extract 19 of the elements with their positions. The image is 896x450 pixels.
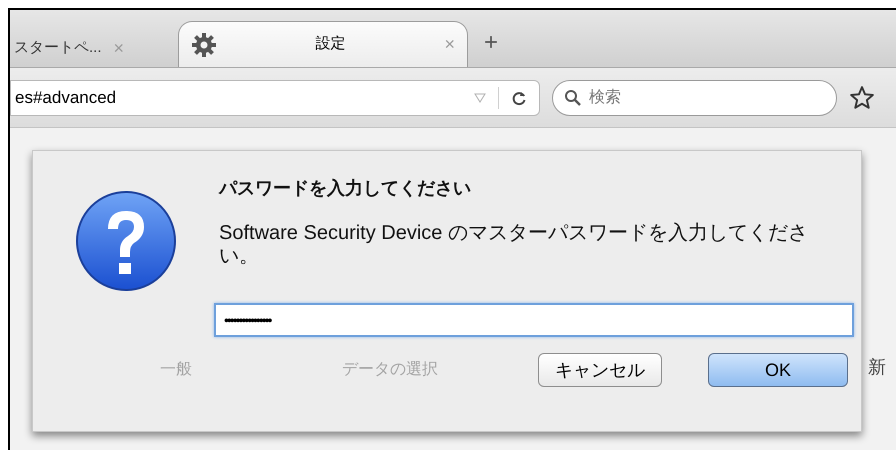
browser-tab[interactable]: 設定 × — [178, 21, 468, 67]
dialog-button[interactable]: キャンセル — [538, 353, 662, 387]
tab-label: スタートペ... — [14, 38, 102, 58]
address-field[interactable]: es#advanced — [10, 80, 540, 116]
search-field[interactable]: 検索 — [552, 80, 837, 116]
preferences-tab[interactable]: 新 — [868, 354, 886, 381]
url-text: es#advanced — [14, 86, 118, 109]
gear-icon — [191, 32, 217, 58]
dialog-button[interactable]: OK — [708, 353, 848, 387]
new-tab-button[interactable]: + — [484, 25, 498, 61]
browser-tab[interactable]: スタートペ... × — [10, 29, 178, 67]
reload-icon[interactable] — [511, 90, 527, 106]
question-icon — [74, 189, 178, 293]
tab-label: 設定 — [314, 34, 347, 54]
dialog-title: パスワードを入力してください — [219, 177, 472, 200]
dialog-message: Software Security Device のマスターパスワードを入力してください。 — [219, 222, 809, 268]
star-icon[interactable] — [849, 84, 875, 110]
search-icon — [564, 88, 582, 106]
password-field[interactable]: •••••••••••••••• — [214, 303, 854, 337]
